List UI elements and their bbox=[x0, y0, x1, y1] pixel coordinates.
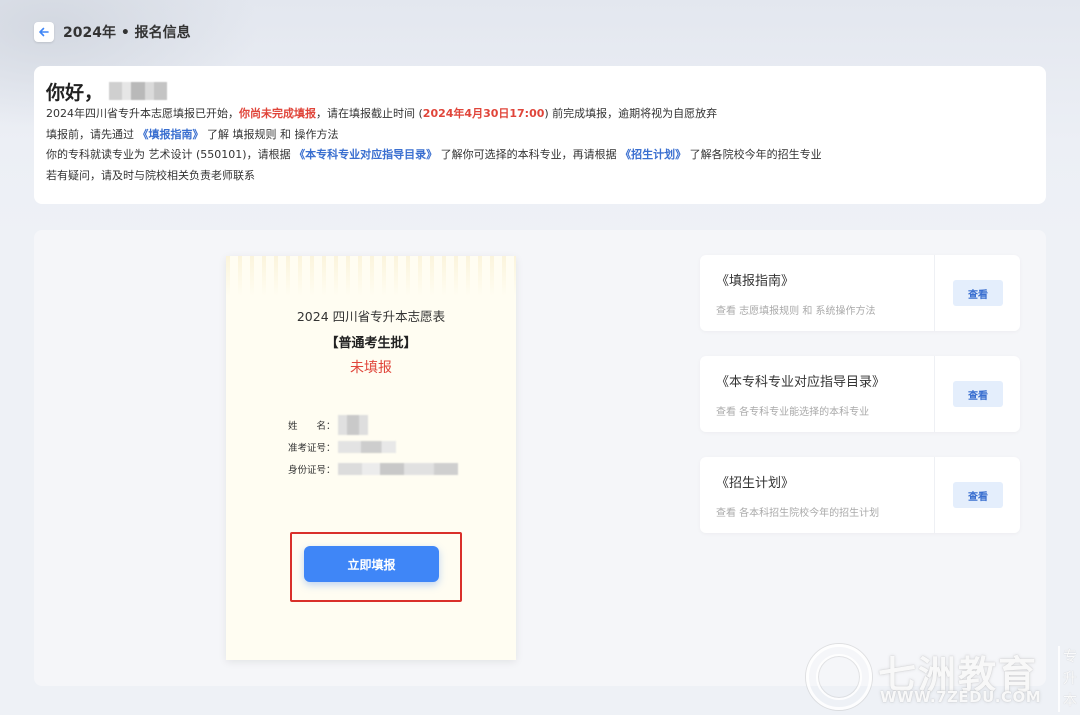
guide-description: 查看 志愿填报规则 和 系统操作方法 bbox=[716, 306, 876, 317]
redacted-id-card-value bbox=[337, 463, 458, 475]
name-field: 姓 名： bbox=[288, 415, 368, 435]
incomplete-warning: 你尚未完成填报 bbox=[239, 107, 316, 120]
welcome-card: 你好， 2024年四川省专升本志愿填报已开始，你尚未完成填报，请在填报截止时间 … bbox=[34, 66, 1046, 204]
notice-text: 了解你可选择的本科专业，再请根据 bbox=[437, 148, 621, 161]
guide-description: 查看 各专科专业能选择的本科专业 bbox=[716, 407, 870, 418]
guide-card-major-catalog: 《本专科专业对应指导目录》 查看 各专科专业能选择的本科专业 查看 bbox=[700, 356, 1020, 432]
enrollment-plan-link[interactable]: 《招生计划》 bbox=[620, 148, 686, 161]
major-notice: 你的专科就读专业为 艺术设计 (550101)，请根据 《本专科专业对应指导目录… bbox=[46, 145, 1034, 166]
paper-decoration bbox=[226, 256, 516, 296]
arrow-left-icon bbox=[38, 23, 50, 42]
watermark-logo: 七洲教育 WWW.7ZEDU.COM 专升本 bbox=[806, 632, 1080, 715]
exam-id-label: 准考证号： bbox=[288, 443, 336, 454]
notice-text: 你的专科就读专业为 艺术设计 (550101)，请根据 bbox=[46, 148, 295, 161]
redacted-name-value bbox=[337, 415, 368, 435]
exam-id-field: 准考证号： bbox=[288, 440, 396, 454]
deadline-value: 2024年4月30日17:00 bbox=[422, 107, 545, 120]
guide-link[interactable]: 《填报指南》 bbox=[138, 128, 204, 141]
redacted-user-name bbox=[109, 82, 168, 100]
id-card-field: 身份证号： bbox=[288, 462, 458, 476]
notice-text: ，请在填报截止时间 ( bbox=[316, 107, 423, 120]
notice-text: 2024年四川省专升本志愿填报已开始， bbox=[46, 107, 239, 120]
view-filling-guide-button[interactable]: 查看 bbox=[953, 280, 1003, 306]
redacted-exam-id-value bbox=[337, 441, 396, 453]
notice-text: ) 前完成填报，逾期将视为自愿放弃 bbox=[544, 107, 718, 120]
watermark-url: WWW.7ZEDU.COM bbox=[880, 688, 1042, 706]
name-label: 姓 名： bbox=[288, 421, 336, 432]
notice-text: 了解各院校今年的招生专业 bbox=[686, 148, 822, 161]
id-card-label: 身份证号： bbox=[288, 465, 336, 476]
form-batch: 【普通考生批】 bbox=[325, 336, 417, 351]
application-form-card: 2024 四川省专升本志愿表 【普通考生批】 未填报 姓 名： 准考证号： 身份… bbox=[226, 256, 516, 660]
guide-title: 《本专科专业对应指导目录》 bbox=[716, 375, 886, 390]
watermark-side-text: 专升本 bbox=[1058, 646, 1077, 712]
back-button[interactable] bbox=[34, 22, 54, 42]
seal-icon bbox=[806, 644, 872, 710]
guide-card-body: 《本专科专业对应指导目录》 查看 各专科专业能选择的本科专业 bbox=[700, 356, 935, 432]
guide-card-enrollment-plan: 《招生计划》 查看 各本科招生院校今年的招生计划 查看 bbox=[700, 457, 1020, 533]
view-major-catalog-button[interactable]: 查看 bbox=[953, 381, 1003, 407]
greeting-text: 你好， bbox=[46, 81, 104, 104]
page-header: 2024年 • 报名信息 bbox=[34, 20, 191, 44]
form-status-badge: 未填报 bbox=[350, 360, 392, 376]
main-panel: 2024 四川省专升本志愿表 【普通考生批】 未填报 姓 名： 准考证号： 身份… bbox=[34, 230, 1046, 686]
greeting: 你好， bbox=[46, 78, 1034, 104]
view-enrollment-plan-button[interactable]: 查看 bbox=[953, 482, 1003, 508]
notice-text: 填报前，请先通过 bbox=[46, 127, 138, 141]
guide-description: 查看 各本科招生院校今年的招生计划 bbox=[716, 508, 880, 519]
submit-application-button[interactable]: 立即填报 bbox=[304, 546, 439, 582]
status-notice: 2024年四川省专升本志愿填报已开始，你尚未完成填报，请在填报截止时间 (202… bbox=[46, 104, 1034, 125]
guide-title: 《招生计划》 bbox=[716, 476, 795, 491]
form-title: 2024 四川省专升本志愿表 bbox=[296, 309, 446, 324]
page-title: 2024年 • 报名信息 bbox=[63, 25, 191, 41]
guide-card-body: 《填报指南》 查看 志愿填报规则 和 系统操作方法 bbox=[700, 255, 935, 331]
major-catalog-link[interactable]: 《本专科专业对应指导目录》 bbox=[294, 148, 437, 161]
guide-title: 《填报指南》 bbox=[716, 274, 795, 289]
guide-card-filling-guide: 《填报指南》 查看 志愿填报规则 和 系统操作方法 查看 bbox=[700, 255, 1020, 331]
contact-notice: 若有疑问，请及时与院校相关负责老师联系 bbox=[46, 168, 255, 182]
guide-card-body: 《招生计划》 查看 各本科招生院校今年的招生计划 bbox=[700, 457, 935, 533]
guide-notice: 填报前，请先通过 《填报指南》 了解 填报规则 和 操作方法 bbox=[46, 125, 1034, 146]
notice-text: 了解 填报规则 和 操作方法 bbox=[203, 127, 339, 141]
